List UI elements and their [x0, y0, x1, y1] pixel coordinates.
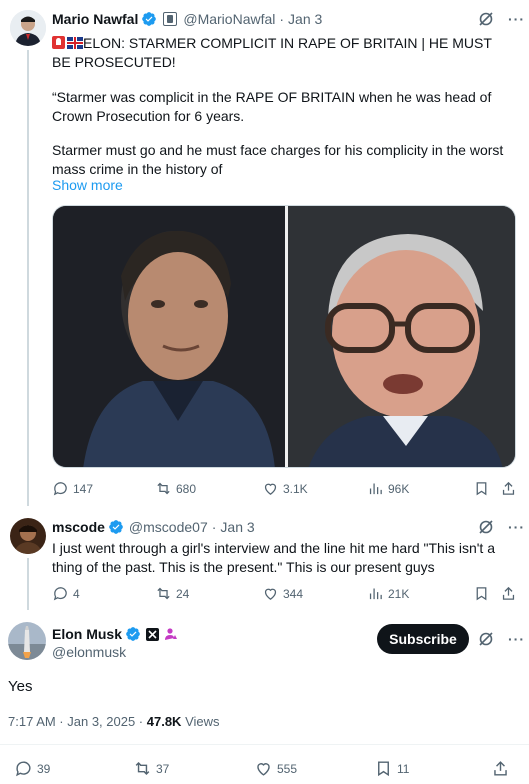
- avatar[interactable]: [8, 622, 46, 660]
- like-count: 3.1K: [283, 481, 308, 496]
- reply-button[interactable]: 39: [14, 759, 50, 778]
- author-name[interactable]: mscode: [52, 519, 105, 535]
- like-count: 555: [277, 761, 298, 776]
- reply-icon: [16, 761, 31, 777]
- share-icon: [502, 481, 515, 495]
- portrait-right-image: [288, 206, 515, 467]
- heart-icon: [257, 763, 270, 776]
- uk-flag-icon: [67, 37, 83, 49]
- photo-keir-starmer[interactable]: [285, 206, 515, 467]
- tweet-paragraph-2: Starmer must go and he must face charges…: [52, 142, 504, 177]
- thread-line: [27, 558, 29, 610]
- author-handle[interactable]: @MarioNawfal: [183, 11, 275, 27]
- affiliate-badge-icon: [163, 12, 178, 26]
- repost-icon: [157, 482, 170, 495]
- bookmark-button[interactable]: [473, 585, 490, 602]
- like-button[interactable]: 3.1K: [262, 480, 308, 497]
- tweet-text: I just went through a girl's interview a…: [52, 540, 495, 575]
- analytics-icon: [369, 588, 382, 600]
- avatar-image: [8, 622, 46, 660]
- reply-button[interactable]: 4: [52, 585, 80, 602]
- repost-count: 37: [156, 761, 170, 776]
- reply-count: 39: [37, 761, 51, 776]
- share-icon: [494, 761, 507, 776]
- tweet-paragraph-1: “Starmer was complicit in the RAPE OF BR…: [52, 89, 492, 124]
- avatar[interactable]: [10, 518, 46, 554]
- media-grid[interactable]: [52, 205, 516, 468]
- reply-count: 4: [73, 586, 80, 601]
- heart-icon: [264, 483, 277, 495]
- reply-button[interactable]: 147: [52, 480, 93, 497]
- avatar-image: [10, 518, 46, 554]
- author-handle[interactable]: @elonmusk: [52, 644, 126, 660]
- heart-icon: [264, 588, 277, 600]
- author-handle[interactable]: @mscode07: [129, 519, 208, 535]
- bookmark-count: 11: [397, 761, 410, 776]
- grok-icon[interactable]: [478, 11, 494, 27]
- headline: ELON: STARMER COMPLICIT IN RAPE OF BRITA…: [52, 34, 512, 72]
- divider: [0, 744, 529, 745]
- view-count: 21K: [388, 586, 410, 601]
- siren-emoji-icon: [52, 36, 65, 49]
- views-button[interactable]: 96K: [367, 480, 409, 497]
- government-badge-icon: [164, 627, 178, 641]
- separator-dot: ·: [279, 11, 285, 27]
- post-metadata: 7:17 AM · Jan 3, 2025 · 47.8K Views: [8, 714, 220, 729]
- x-affiliate-icon: [146, 627, 160, 641]
- verified-badge-icon: [126, 627, 140, 641]
- view-count: 47.8K: [146, 714, 182, 729]
- bookmark-icon: [378, 761, 389, 777]
- portrait-left-image: [53, 206, 285, 467]
- post-date[interactable]: Jan 3: [220, 519, 254, 535]
- separator-dot: ·: [211, 519, 217, 535]
- view-count: 96K: [388, 481, 410, 496]
- subscribe-button[interactable]: Subscribe: [377, 624, 469, 654]
- repost-button[interactable]: 680: [155, 480, 196, 497]
- share-icon: [502, 586, 515, 600]
- more-options-icon[interactable]: ···: [508, 631, 525, 647]
- reply-icon: [53, 587, 67, 601]
- share-button[interactable]: [491, 759, 510, 778]
- like-button[interactable]: 344: [262, 585, 303, 602]
- photo-elon-musk[interactable]: [53, 206, 285, 467]
- like-count: 344: [283, 586, 304, 601]
- views-button[interactable]: 21K: [367, 585, 409, 602]
- repost-count: 24: [176, 586, 190, 601]
- bookmark-icon: [476, 587, 487, 601]
- reply-count: 147: [73, 481, 94, 496]
- bookmark-button[interactable]: 11: [374, 759, 409, 778]
- verified-badge-icon: [109, 520, 123, 534]
- verified-badge-icon: [142, 12, 157, 26]
- more-options-icon[interactable]: ···: [508, 11, 525, 27]
- tweet-text: Yes: [8, 678, 33, 695]
- post-date[interactable]: Jan 3: [288, 11, 322, 27]
- thread-line: [27, 50, 29, 506]
- repost-button[interactable]: 24: [155, 585, 189, 602]
- views-label: Views: [181, 714, 220, 729]
- grok-icon[interactable]: [478, 519, 494, 535]
- share-button[interactable]: [500, 585, 517, 602]
- grok-icon[interactable]: [478, 631, 494, 647]
- author-name[interactable]: Elon Musk: [52, 626, 122, 642]
- post-timestamp[interactable]: 7:17 AM · Jan 3, 2025 ·: [8, 714, 147, 729]
- reply-icon: [53, 482, 67, 496]
- avatar-image: [10, 10, 46, 46]
- show-more-link[interactable]: Show more: [52, 177, 123, 193]
- avatar[interactable]: [10, 10, 46, 46]
- repost-count: 680: [176, 481, 197, 496]
- bookmark-button[interactable]: [473, 480, 490, 497]
- bookmark-icon: [476, 482, 487, 496]
- repost-icon: [135, 761, 150, 776]
- repost-button[interactable]: 37: [133, 759, 169, 778]
- author-name[interactable]: Mario Nawfal: [52, 11, 138, 27]
- like-button[interactable]: 555: [254, 759, 297, 778]
- repost-icon: [157, 587, 170, 600]
- headline-text: ELON: STARMER COMPLICIT IN RAPE OF BRITA…: [52, 35, 492, 70]
- analytics-icon: [369, 483, 382, 495]
- more-options-icon[interactable]: ···: [508, 519, 525, 535]
- share-button[interactable]: [500, 480, 517, 497]
